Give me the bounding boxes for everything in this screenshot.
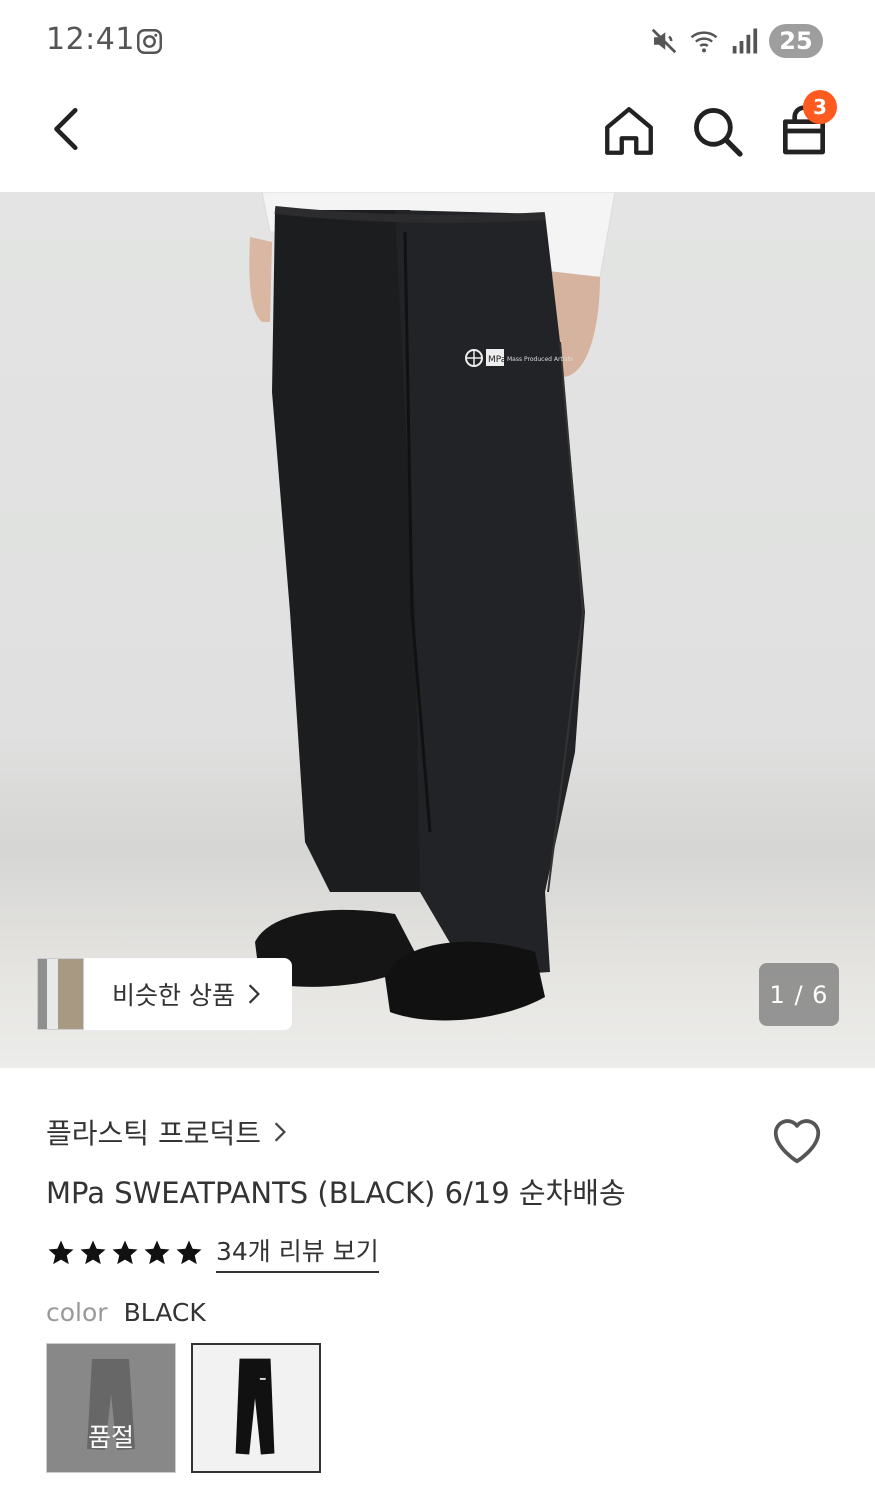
star-icon	[80, 1240, 106, 1264]
brand-link[interactable]: 플라스틱 프로덕트	[46, 1112, 287, 1152]
image-page-indicator: 1 / 6	[759, 963, 839, 1026]
similar-products-button[interactable]: 비슷한 상품	[37, 958, 292, 1030]
search-icon[interactable]	[688, 102, 746, 160]
swatch-product-thumbnail	[193, 1345, 319, 1471]
chevron-right-icon	[248, 984, 260, 1004]
soldout-label: 품절	[87, 1423, 134, 1452]
option-label: color	[46, 1298, 108, 1327]
similar-products-label: 비슷한 상품	[112, 981, 235, 1010]
instagram-icon	[137, 29, 162, 54]
mute-icon	[651, 28, 677, 54]
color-swatch-selected[interactable]	[191, 1343, 321, 1473]
top-nav	[0, 84, 875, 192]
review-link[interactable]: 34개 리뷰 보기	[216, 1232, 379, 1273]
print-text: Mass Produced Artists	[507, 356, 573, 363]
color-swatch-soldout[interactable]: 품절	[46, 1343, 176, 1473]
rating-row: 34개 리뷰 보기	[46, 1232, 379, 1273]
star-icon	[176, 1240, 202, 1264]
cart-count-badge: 3	[803, 90, 837, 124]
similar-products-label-box: 비슷한 상품	[84, 958, 292, 1030]
home-icon[interactable]	[600, 102, 658, 160]
brand-name: 플라스틱 프로덕트	[46, 1117, 261, 1150]
chevron-right-icon	[274, 1122, 286, 1142]
similar-products-thumbnail	[37, 958, 84, 1030]
rating-stars	[46, 1238, 204, 1268]
product-image-carousel[interactable]: MPa Mass Produced Artists	[0, 192, 875, 1068]
status-bar: 12:41 25	[0, 0, 875, 84]
battery-indicator: 25	[769, 24, 823, 58]
star-icon	[48, 1240, 74, 1264]
wifi-icon	[690, 31, 718, 53]
signal-icon	[732, 28, 758, 54]
star-icon	[112, 1240, 138, 1264]
status-time: 12:41	[46, 22, 135, 57]
option-row: color BLACK	[46, 1298, 206, 1327]
product-photo: MPa Mass Produced Artists	[249, 192, 616, 1021]
option-value: BLACK	[123, 1298, 206, 1327]
print-brand: MPa	[488, 355, 506, 365]
wishlist-heart-icon[interactable]	[768, 1114, 826, 1166]
status-icons: 25	[649, 24, 823, 58]
back-icon[interactable]	[44, 104, 94, 154]
star-icon	[144, 1240, 170, 1264]
product-title: MPa SWEATPANTS (BLACK) 6/19 순차배송	[46, 1176, 626, 1210]
